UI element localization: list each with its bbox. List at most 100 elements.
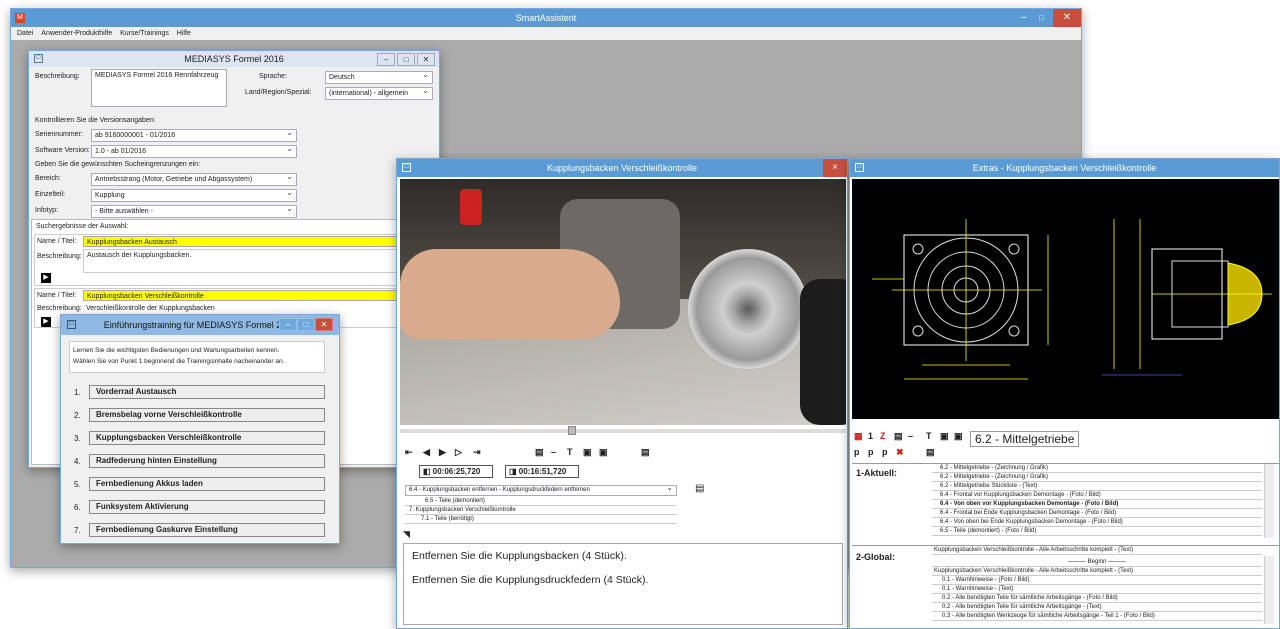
aktuell-item[interactable]: 6.5 - Teile (demontiert) - (Foto / Bild)	[932, 527, 1262, 536]
rewind-icon[interactable]: ◀	[423, 447, 430, 458]
item-number: 5.	[74, 480, 81, 489]
land-select[interactable]: (international) - allgemein	[325, 87, 433, 100]
instruction-text: Entfernen Sie die Kupplungsbacken (4 Stü…	[403, 543, 843, 625]
global-item[interactable]: 0.1 - Warnhinweise - (Text)	[932, 585, 1262, 594]
training-item-6[interactable]: Funksystem Aktivierung	[89, 500, 325, 514]
bookmark-icon[interactable]: ▤	[535, 447, 544, 458]
search-icon[interactable]: р	[854, 447, 860, 457]
notes-icon[interactable]: ▤	[926, 447, 935, 458]
training-item-2[interactable]: Bremsbelag vorne Verschleißkontrolle	[89, 408, 325, 422]
search-next-icon[interactable]: р	[882, 447, 888, 457]
aktuell-item-selected[interactable]: 6.4 - Von oben vor Kupplungsbacken Demon…	[932, 500, 1262, 509]
text-icon[interactable]: T	[926, 431, 932, 441]
window-small-icon[interactable]: ▣	[940, 431, 949, 442]
global-item[interactable]: 0.2 - Alle benötigten Teile für sämtlich…	[932, 603, 1262, 612]
close-button[interactable]: ✕	[417, 53, 435, 66]
menu-datei[interactable]: Datei	[17, 30, 33, 37]
menu-produkthilfe[interactable]: Anwender-Produkthilfe	[41, 30, 112, 37]
number-one-icon[interactable]: 1	[868, 431, 873, 441]
training-item-7[interactable]: Fernbedienung Gaskurve Einstellung	[89, 523, 325, 537]
maximize-button[interactable]: □	[1039, 9, 1044, 27]
serien-select[interactable]: ab 9160000001 - 01/2016	[91, 129, 297, 142]
window-small-icon[interactable]: ▣	[583, 447, 592, 458]
global-item[interactable]: 0.3 - Alle benötigten Werkzeuge für sämt…	[932, 612, 1262, 621]
play-icon[interactable]: ▶	[41, 317, 51, 327]
global-item[interactable]: Kupplungsbacken Verschleißkontrolle - Al…	[932, 546, 1262, 555]
training-item-4[interactable]: Radfederung hinten Einstellung	[89, 454, 325, 468]
forward-icon[interactable]: ▷	[455, 447, 462, 458]
einzelteil-select[interactable]: Kupplung	[91, 189, 297, 202]
menu-bar: Datei Anwender-Produkthilfe Kurse/Traini…	[11, 27, 1081, 40]
global-item[interactable]: 0.1 - Warnhinweise - (Foto / Bild)	[932, 576, 1262, 585]
close-button[interactable]: ✕	[315, 318, 333, 331]
clock-icon: ◧	[423, 467, 433, 476]
menu-kurse[interactable]: Kurse/Trainings	[120, 30, 169, 37]
sprache-select[interactable]: Deutsch	[325, 71, 433, 84]
extras-title: Extras - Kupplungsbacken Verschleißkontr…	[972, 163, 1157, 173]
global-scrollbar[interactable]	[1264, 556, 1274, 624]
bereich-select[interactable]: Antriebsstrang (Motor, Getriebe und Abga…	[91, 173, 297, 186]
global-item[interactable]: 0.2 - Alle benötigten Teile für sämtlich…	[932, 594, 1262, 603]
training-item-1[interactable]: Vorderrad Austausch	[89, 385, 325, 399]
restore-button[interactable]: □	[297, 318, 315, 331]
infotyp-label: Infotyp:	[35, 207, 58, 214]
play-icon[interactable]: ▶	[439, 447, 446, 458]
speaker-icon[interactable]: ◥	[403, 529, 410, 540]
search-prev-icon[interactable]: р	[868, 447, 874, 457]
export-icon[interactable]: ▤	[695, 483, 704, 494]
notes-icon[interactable]: ▤	[641, 447, 650, 458]
restore-button[interactable]: □	[397, 53, 415, 66]
step-forward-icon[interactable]: ⇥	[473, 447, 481, 458]
text-icon[interactable]: T	[567, 447, 573, 457]
aktuell-item[interactable]: 6.4 - Von oben bei Ende Kupplungsbacken …	[932, 518, 1262, 527]
menu-hilfe[interactable]: Hilfe	[177, 30, 191, 37]
video-frame[interactable]	[400, 179, 846, 425]
sort-icon[interactable]: Z	[880, 431, 886, 441]
technical-drawing	[872, 219, 1272, 380]
chapter-item[interactable]: 6.5 - Teile (demontiert)	[405, 497, 677, 506]
clear-icon[interactable]: ✖	[896, 447, 904, 458]
close-button[interactable]: ×	[823, 159, 847, 177]
aktuell-scrollbar[interactable]	[1264, 464, 1274, 538]
end-icon: ◨	[509, 467, 519, 476]
global-item[interactable]: Kupplungsbacken Verschleißkontrolle - Al…	[932, 567, 1262, 576]
training-window: □ Einführungstraining für MEDIASYS Forme…	[60, 314, 340, 544]
training-title: Einführungstraining für MEDIASYS Formel …	[103, 320, 297, 330]
video-progress-bar[interactable]	[400, 426, 846, 435]
video-gear	[688, 249, 808, 369]
software-select[interactable]: 1.0 - ab 01/2016	[91, 145, 297, 158]
minus-icon[interactable]: –	[551, 447, 556, 457]
step-back-icon[interactable]: ⇤	[405, 447, 413, 458]
aktuell-item[interactable]: 6.4 - Frontal vor Kupplungsbacken Demont…	[932, 491, 1262, 500]
chapter-item[interactable]: 7. Kupplungsbacken Verschleißkontrolle	[405, 506, 677, 515]
video-progress-knob[interactable]	[568, 426, 576, 435]
infotyp-select[interactable]: - Bitte auswählen -	[91, 205, 297, 218]
play-icon[interactable]: ▶	[41, 273, 51, 283]
chart-icon[interactable]: ▦	[854, 431, 863, 442]
minimize-button[interactable]: –	[1021, 9, 1027, 27]
list-icon[interactable]: ▤	[894, 431, 903, 442]
drawing-viewer[interactable]	[852, 179, 1279, 419]
window-icon: □	[34, 54, 43, 63]
minus-icon[interactable]: –	[908, 431, 913, 441]
close-button[interactable]: ✕	[1053, 9, 1081, 27]
window-large-icon[interactable]: ▣	[599, 447, 608, 458]
beschreibung-field[interactable]: MEDIASYS Formel 2016 Rennfahrzeug	[91, 69, 227, 107]
result-item[interactable]: Name / Titel: Kupplungsbacken Austausch …	[34, 234, 434, 286]
minimize-button[interactable]: –	[377, 53, 395, 66]
aktuell-item[interactable]: 6.4 - Frontal bei Ende Kupplungsbacken D…	[932, 509, 1262, 518]
instruction-line-2: Entfernen Sie die Kupplungsdruckfedern (…	[412, 574, 649, 586]
aktuell-item[interactable]: 6.2 - Mittelgetriebe - (Zeichnung / Graf…	[932, 473, 1262, 482]
aktuell-item[interactable]: 6.2 - Mittelgetriebe Stückliste - (Text)	[932, 482, 1262, 491]
global-item[interactable]: ——— Beginn ———	[932, 558, 1262, 567]
chapter-select[interactable]: 6.4 - Kupplungsbacken entfernen - Kupplu…	[405, 485, 677, 496]
product-title: MEDIASYS Formel 2016	[184, 54, 284, 64]
serien-label: Seriennummer:	[35, 131, 83, 138]
chapter-item[interactable]: 7.1 - Teile (benötigt)	[405, 515, 677, 524]
window-large-icon[interactable]: ▣	[954, 431, 963, 442]
aktuell-item[interactable]: 6.2 - Mittelgetriebe - (Zeichnung / Graf…	[932, 464, 1262, 473]
training-item-3[interactable]: Kupplungsbacken Verschleißkontrolle	[89, 431, 325, 445]
such-text: Geben Sie die gewünschten Sucheingrenzun…	[35, 161, 201, 168]
minimize-button[interactable]: –	[279, 318, 297, 331]
training-item-5[interactable]: Fernbedienung Akkus laden	[89, 477, 325, 491]
